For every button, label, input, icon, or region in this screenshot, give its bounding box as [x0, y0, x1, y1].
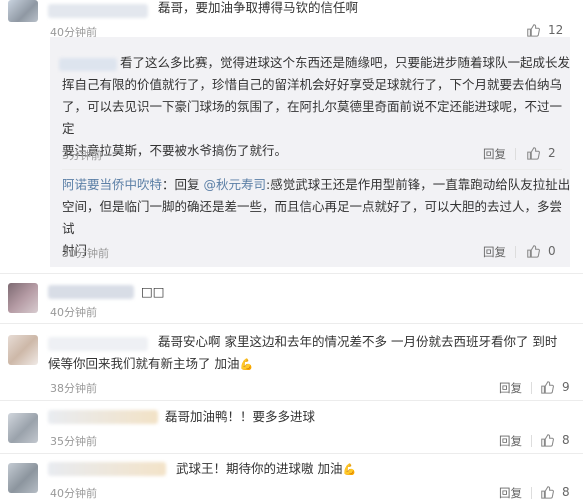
mention-link[interactable]: @秋元寿司	[204, 177, 267, 192]
comment-time: 35分钟前	[50, 435, 97, 448]
reply-author[interactable]: 阿诺要当侨中吹特	[62, 177, 162, 192]
comment-time: 38分钟前	[50, 382, 97, 395]
comment-text: 磊哥加油鸭！！要多多进球	[165, 409, 316, 424]
reply-line: :感觉武球王还是作用型前锋，一直靠跑动给队友拉扯出	[266, 177, 571, 192]
avatar[interactable]	[8, 413, 38, 443]
divider	[515, 148, 516, 160]
reply-time: 3分钟前	[62, 149, 102, 162]
flexed-biceps-icon: 💪	[239, 358, 254, 371]
like-count: 8	[562, 433, 570, 447]
reply-line: 了，可以去见识一下豪门球场的氛围了，在阿扎尔莫德里奇面前说不定还能进球呢，不过一…	[62, 99, 563, 136]
divider	[531, 487, 532, 499]
divider	[531, 382, 532, 394]
flexed-biceps-icon: 💪	[342, 463, 357, 476]
reply-button[interactable]: 回复	[483, 244, 506, 260]
reply-button[interactable]: 回复	[499, 433, 522, 449]
thumbs-up-icon[interactable]	[540, 433, 554, 447]
like-count: 9	[562, 380, 570, 394]
divider	[0, 273, 583, 274]
reply-time: 30分钟前	[62, 247, 109, 260]
divider	[531, 435, 532, 447]
comment-body: 武球王！期待你的进球嗷 加油	[176, 461, 343, 476]
username-blurred[interactable]	[48, 462, 166, 476]
thumbs-up-icon[interactable]	[540, 380, 554, 394]
reply-line: 空间，但是临门一脚的确还是差一些，而且信心再足一点就好了，可以大胆的去过人，多尝…	[62, 199, 563, 236]
avatar[interactable]	[8, 283, 38, 313]
reply-button[interactable]: 回复	[499, 380, 522, 396]
divider	[0, 323, 583, 324]
like-count: 12	[548, 23, 564, 37]
username-blurred[interactable]	[48, 285, 134, 299]
comment-text: 磊哥，要加油争取搏得马钦的信任啊	[158, 0, 359, 15]
comment-time: 40分钟前	[50, 306, 97, 319]
thumbs-up-icon[interactable]	[526, 23, 540, 37]
like-count: 8	[562, 485, 570, 499]
username-blurred[interactable]	[48, 4, 148, 18]
reply-prefix: ：回复	[162, 177, 204, 192]
reply-line-1: 阿诺要当侨中吹特：回复 @秋元寿司:感觉武球王还是作用型前锋，一直靠跑动给队友拉…	[62, 174, 572, 196]
thumbs-up-icon[interactable]	[526, 244, 540, 258]
thumbs-up-icon[interactable]	[540, 485, 554, 499]
avatar[interactable]	[8, 335, 38, 365]
avatar[interactable]	[8, 0, 38, 22]
reply-button[interactable]: 回复	[483, 146, 506, 162]
divider	[515, 246, 516, 258]
comment-time: 40分钟前	[50, 487, 97, 500]
comment-text: 武球王！期待你的进球嗷 加油💪	[176, 458, 356, 481]
username-blurred[interactable]	[48, 410, 158, 424]
reply-line: 看了这么多比赛，觉得进球这个东西还是随缘吧，只要能进步随着球队一起成长发	[120, 55, 571, 70]
reply-line: 挥自己有限的价值就行了，珍惜自己的留洋机会好好享受足球就行了，下个月就要去伯纳乌	[62, 77, 563, 92]
thumbs-up-icon[interactable]	[526, 146, 540, 160]
divider	[0, 453, 583, 454]
avatar[interactable]	[8, 463, 38, 493]
like-count: 0	[548, 244, 556, 258]
like-count: 2	[548, 146, 556, 160]
comment-body: 磊哥安心啊 家里这边和去年的情况差不多 一月份就去西班牙看你了 到时候等你回来我…	[48, 334, 558, 371]
divider	[62, 169, 562, 170]
divider	[0, 400, 583, 401]
comment-text: 磊哥安心啊 家里这边和去年的情况差不多 一月份就去西班牙看你了 到时候等你回来我…	[48, 331, 568, 376]
reply-button[interactable]: 回复	[499, 485, 522, 501]
comment-text: □□	[141, 284, 165, 299]
